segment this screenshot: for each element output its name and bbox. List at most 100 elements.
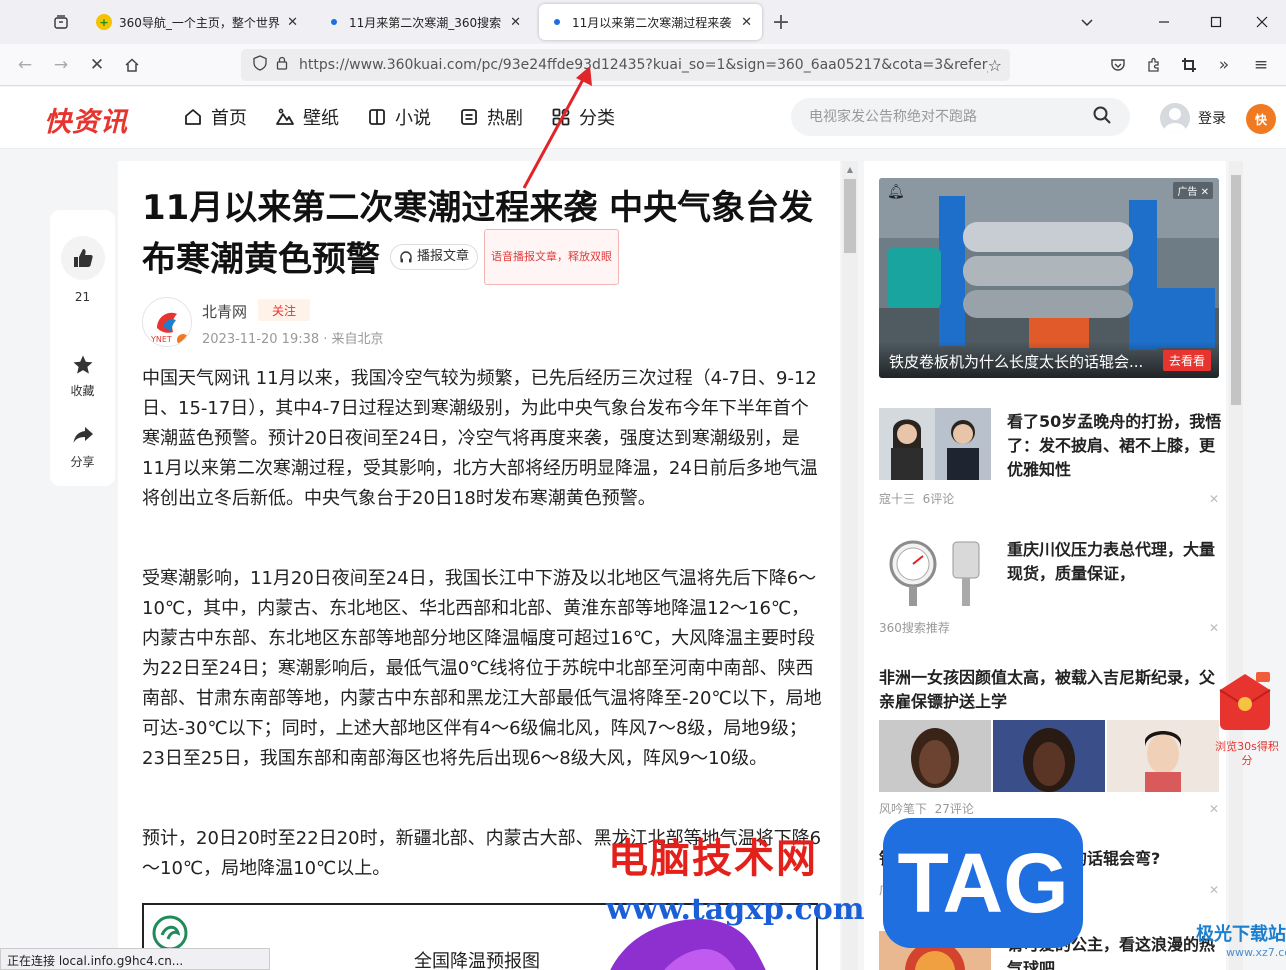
shield-icon[interactable]: [249, 55, 271, 75]
news-thumbnails: [879, 720, 1219, 792]
share-arrow-icon[interactable]: [70, 422, 96, 448]
tab-overview-icon[interactable]: [47, 8, 75, 36]
bookmark-star-icon[interactable]: ☆: [988, 56, 1002, 75]
close-tab-icon[interactable]: ✕: [741, 15, 752, 30]
watermark-cn: 电脑技术网: [608, 835, 818, 882]
tab-search[interactable]: 11月来第二次寒潮_360搜索 ✕: [316, 4, 531, 40]
thumbs-up-icon: [74, 249, 93, 267]
dismiss-icon[interactable]: ✕: [1209, 621, 1219, 635]
tab-list-chevron-icon[interactable]: [1073, 8, 1101, 36]
tag-watermark-logo: TAG: [883, 818, 1083, 948]
news-title[interactable]: 非洲一女孩因颜值太高，被载入吉尼斯纪录，父亲雇保镖护送上学: [879, 666, 1219, 714]
like-button[interactable]: [61, 236, 105, 280]
overflow-chevrons-icon[interactable]: »: [1210, 51, 1238, 79]
author-avatar[interactable]: YNET: [142, 297, 192, 347]
like-count: 21: [74, 290, 91, 304]
close-tab-icon[interactable]: ✕: [287, 15, 298, 30]
sidebar-ad-card[interactable]: 🔔︎ 广告 ✕ 铁皮卷板机为什么长度太长的话辊会... 去看看: [879, 178, 1219, 378]
envelope-text: 浏览30s得积分: [1215, 740, 1279, 767]
site-header: 快资讯 首页 壁纸 小说 热剧 分类 登录 快: [0, 87, 1286, 149]
tab-360-nav[interactable]: + 360导航_一个主页，整个世界 ✕: [86, 4, 308, 40]
red-envelope-reward[interactable]: 浏览30s得积分: [1214, 668, 1280, 774]
star-collect-icon[interactable]: [70, 352, 96, 378]
menu-item-novel[interactable]: 小说: [366, 104, 431, 130]
red-envelope-icon: [1219, 672, 1271, 730]
article-paragraph: 中国天气网讯 11月以来，我国冷空气较为频繁，已先后经历三次过程（4-7日、9-…: [142, 368, 818, 509]
loading-dot-icon: [331, 19, 337, 25]
tab-title: 11月以来第二次寒潮过程来袭 中: [572, 15, 735, 30]
url-bar[interactable]: https://www.360kuai.com/pc/93e24ffde93d1…: [241, 49, 1010, 81]
author-name[interactable]: 北青网: [202, 301, 247, 322]
article-action-bar: 21 收藏 分享: [50, 210, 115, 486]
close-window-icon[interactable]: [1248, 8, 1276, 36]
headphones-icon: [400, 251, 412, 263]
cma-logo-icon: [152, 915, 188, 951]
news-meta: 360搜索推荐: [879, 621, 950, 635]
extensions-icon[interactable]: [1140, 51, 1168, 79]
book-icon: [366, 106, 388, 128]
tv-list-icon: [458, 106, 480, 128]
follow-button[interactable]: 关注: [258, 299, 310, 321]
scroll-up-arrow-icon[interactable]: ▲: [842, 163, 858, 177]
browser-nav-bar: ← → ✕ https://www.360kuai.com/pc/93e24ff…: [0, 44, 1286, 86]
mountain-image-icon: [274, 106, 296, 128]
hamburger-menu-icon[interactable]: ≡: [1247, 51, 1275, 79]
list-item[interactable]: 非洲一女孩因颜值太高，被载入吉尼斯纪录，父亲雇保镖护送上学 风吟笔下 27评论 …: [879, 666, 1219, 816]
menu-item-wallpaper[interactable]: 壁纸: [274, 104, 339, 130]
article-meta: 2023-11-20 19:38 · 来自北京: [202, 332, 384, 347]
pocket-icon[interactable]: [1104, 51, 1132, 79]
bell-notification-icon: 🔔︎: [887, 184, 905, 200]
tab-title: 360导航_一个主页，整个世界: [119, 15, 280, 30]
minimize-icon[interactable]: [1150, 8, 1178, 36]
listen-tip: 语音播报文章，释放双眼: [484, 229, 620, 285]
forward-arrow-icon[interactable]: →: [47, 51, 75, 79]
menu-item-home[interactable]: 首页: [182, 104, 247, 130]
listen-article-button[interactable]: 播报文章: [390, 244, 479, 270]
ad-tag[interactable]: 广告 ✕: [1173, 182, 1213, 199]
dismiss-icon[interactable]: ✕: [1209, 883, 1219, 897]
login-link[interactable]: 登录: [1198, 108, 1226, 128]
dismiss-icon[interactable]: ✕: [1209, 492, 1219, 506]
site-logo[interactable]: 快资讯: [44, 100, 128, 139]
sidebar-scrollbar[interactable]: [1229, 161, 1243, 970]
back-arrow-icon[interactable]: ←: [11, 51, 39, 79]
watermark-url: www.tagxp.com: [606, 892, 865, 927]
news-title[interactable]: 重庆川仪压力表总代理，大量现货，质量保证，: [1007, 538, 1222, 586]
scrollbar-thumb[interactable]: [1231, 175, 1241, 405]
news-thumbnail: [879, 408, 991, 480]
watermark-jiguang: 极光下载站www.xz7.com: [1196, 924, 1286, 959]
share-label[interactable]: 分享: [50, 453, 115, 470]
figure-title: 全国降温预报图: [414, 951, 540, 970]
url-text[interactable]: https://www.360kuai.com/pc/93e24ffde93d1…: [299, 57, 988, 73]
new-tab-icon[interactable]: +: [767, 8, 795, 36]
home-icon[interactable]: [118, 51, 146, 79]
screenshot-crop-icon[interactable]: [1175, 51, 1203, 79]
collect-label[interactable]: 收藏: [50, 382, 115, 399]
maximize-icon[interactable]: [1202, 8, 1230, 36]
user-avatar-icon[interactable]: [1160, 103, 1190, 133]
stop-loading-icon[interactable]: ✕: [83, 51, 111, 79]
close-tab-icon[interactable]: ✕: [510, 15, 521, 30]
dismiss-icon[interactable]: ✕: [1209, 802, 1219, 816]
loading-dot-icon: [554, 19, 560, 25]
site-search-input[interactable]: [809, 109, 1092, 125]
article-title: 11月以来第二次寒潮过程来袭 中央气象台发布寒潮黄色预警 播报文章 语音播报文章，释…: [142, 183, 822, 289]
search-icon[interactable]: [1092, 105, 1112, 129]
news-title[interactable]: 看了50岁孟晚舟的打扮，我悟了：发不披肩、裙不上膝，更优雅知性: [1007, 410, 1222, 482]
ad-go-button[interactable]: 去看看: [1162, 350, 1211, 371]
news-meta: 寇十三 6评论: [879, 492, 955, 506]
news-meta: 风吟笔下 27评论: [879, 802, 974, 816]
lock-icon[interactable]: [271, 56, 293, 74]
list-item[interactable]: 看了50岁孟晚舟的打扮，我悟了：发不披肩、裙不上膝，更优雅知性 寇十三 6评论 …: [879, 408, 1222, 508]
article-scrollbar[interactable]: ▲: [842, 161, 858, 970]
kuai-app-badge[interactable]: 快: [1246, 104, 1276, 134]
tab-article[interactable]: 11月以来第二次寒潮过程来袭 中 ✕: [539, 4, 762, 40]
article-title-text: 11月以来第二次寒潮过程来袭 中央气象台发布寒潮黄色预警: [142, 188, 814, 280]
listen-label: 播报文章: [417, 249, 470, 264]
list-item[interactable]: 重庆川仪压力表总代理，大量现货，质量保证， 360搜索推荐 ✕: [879, 536, 1219, 636]
scrollbar-thumb[interactable]: [844, 179, 856, 253]
360-favicon-icon: +: [96, 14, 112, 30]
browser-tab-bar: + 360导航_一个主页，整个世界 ✕ 11月来第二次寒潮_360搜索 ✕ 11…: [0, 0, 1286, 44]
menu-label: 首页: [211, 108, 247, 129]
annotation-arrow-icon: [522, 66, 592, 189]
